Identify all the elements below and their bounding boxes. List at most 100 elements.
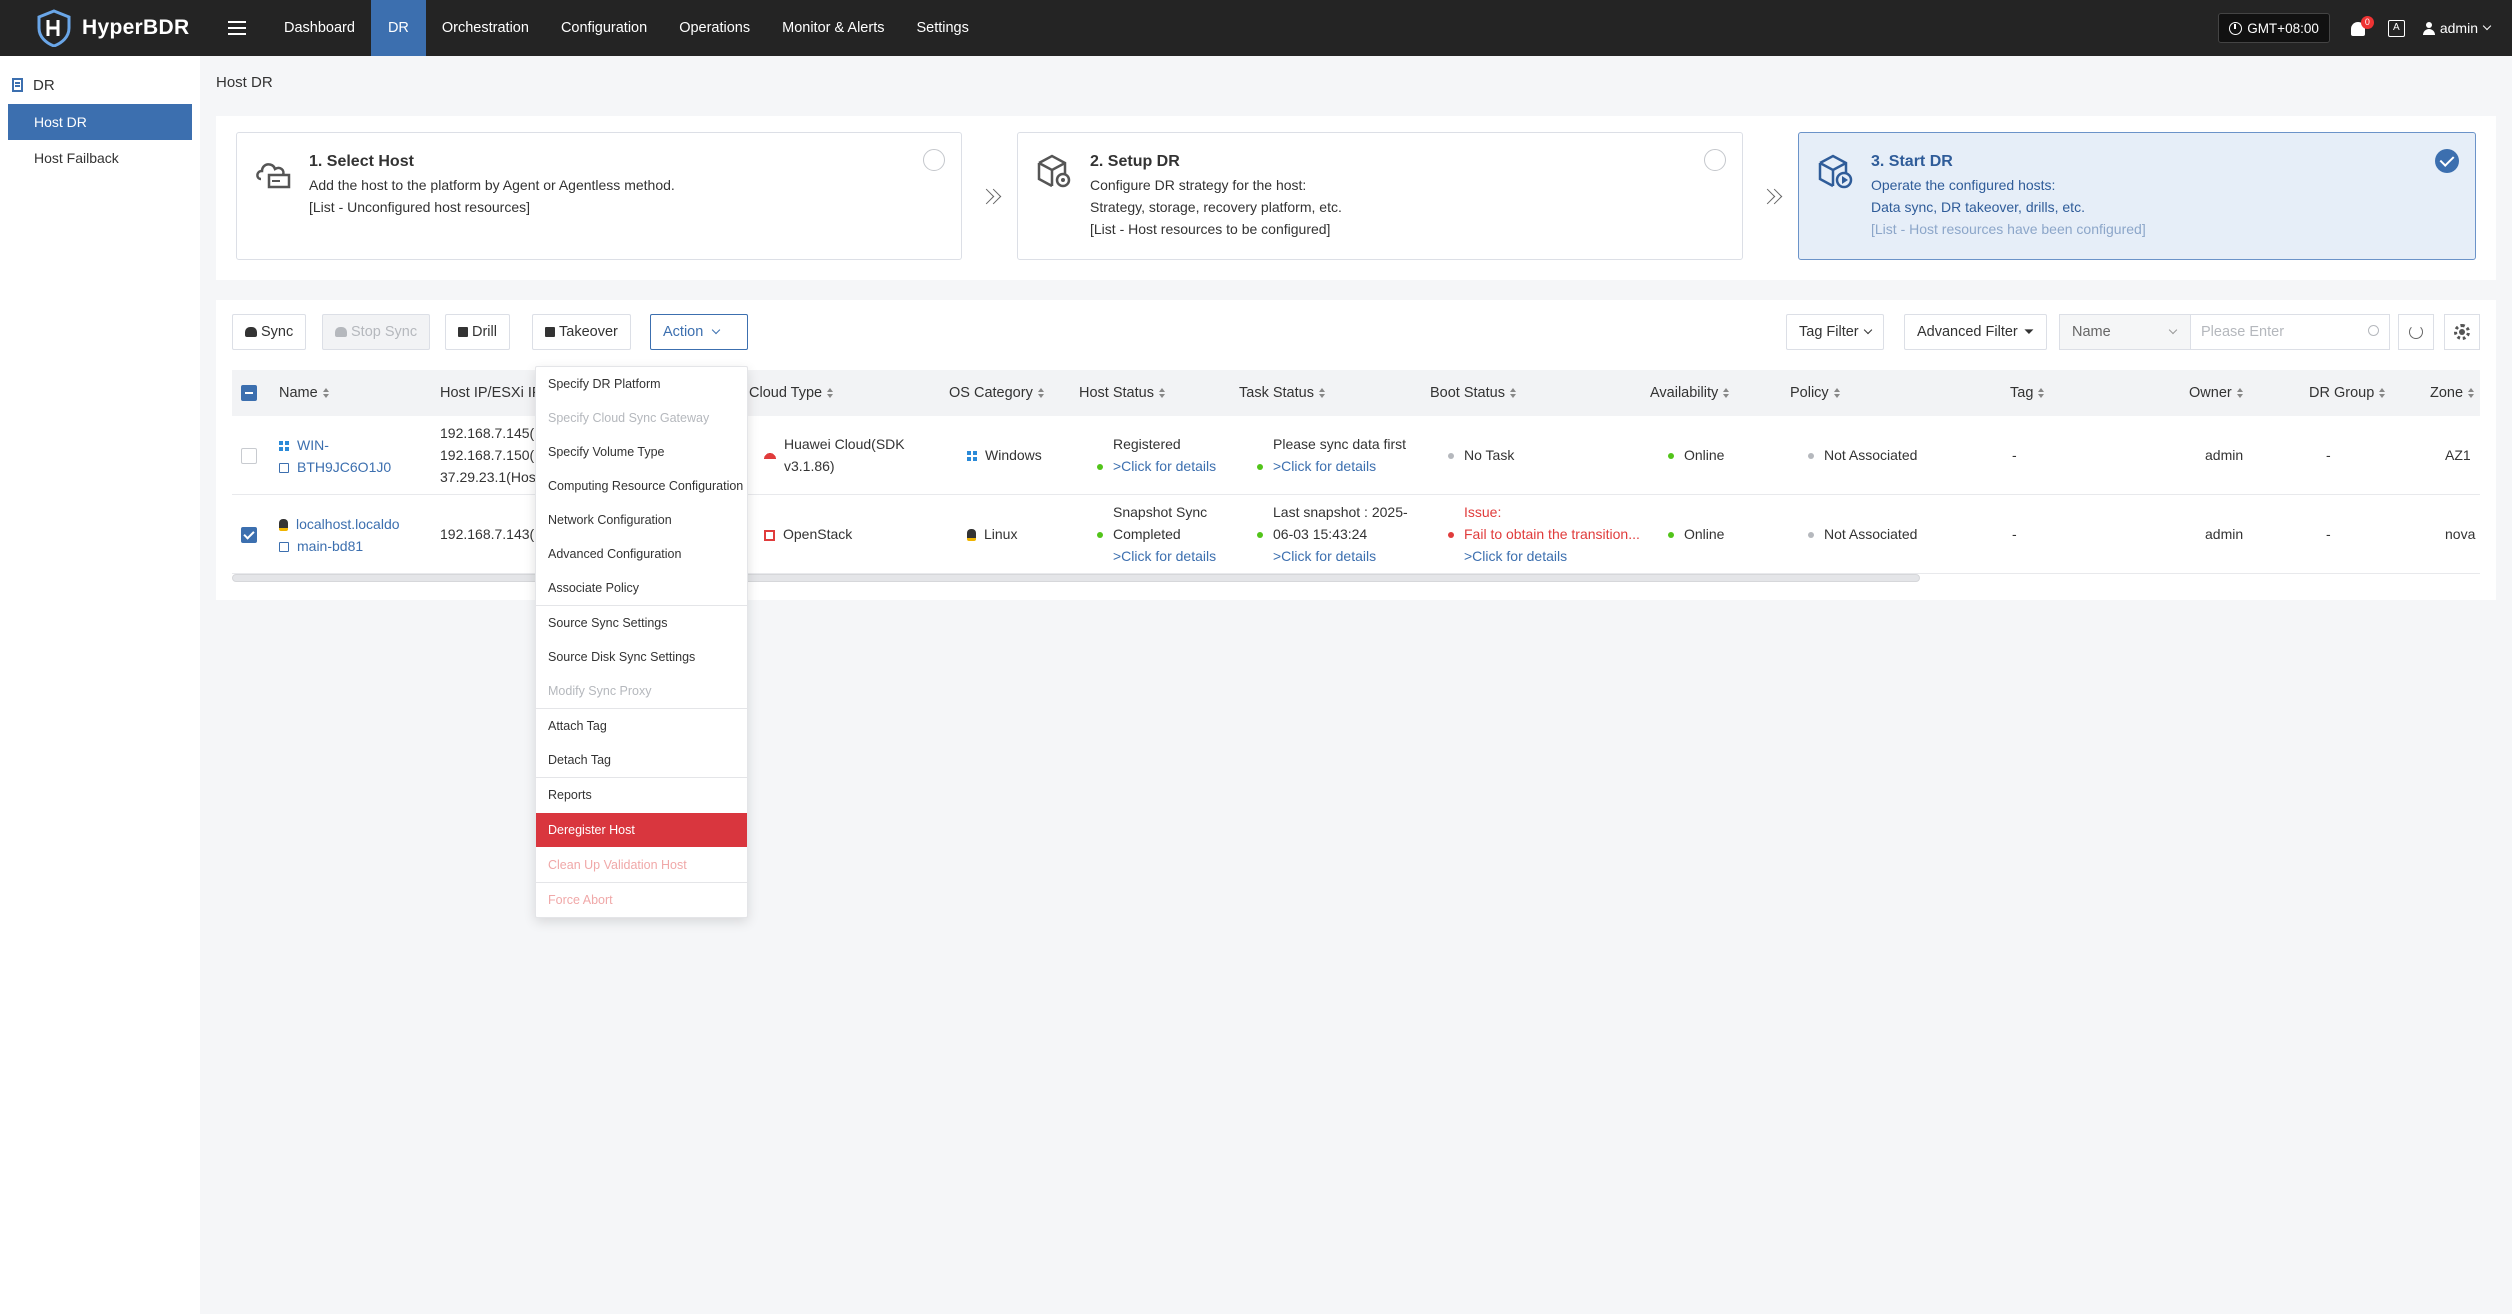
status-dot [1097, 464, 1103, 471]
horizontal-scrollbar[interactable] [232, 574, 1920, 582]
host-ip-cell: 192.168.7.145(H 192.168.7.150(H 37.29.23… [440, 425, 545, 485]
menu-item-specify-dr-platform[interactable]: Specify DR Platform [536, 367, 747, 401]
nav-dr[interactable]: DR [370, 0, 426, 56]
column-header-host-status[interactable]: Host Status [1079, 370, 1165, 416]
menu-item-source-disk-sync-settings[interactable]: Source Disk Sync Settings [536, 640, 747, 674]
search-placeholder: Please Enter [2201, 324, 2285, 340]
column-header-owner[interactable]: Owner [2189, 370, 2243, 416]
column-header-policy[interactable]: Policy [1790, 370, 1840, 416]
refresh-button[interactable] [2398, 314, 2434, 350]
column-header-task-status[interactable]: Task Status [1239, 370, 1325, 416]
nav-orchestration[interactable]: Orchestration [426, 0, 545, 56]
chevron-down-icon [712, 325, 721, 335]
sidebar-item-host-failback[interactable]: Host Failback [8, 140, 192, 176]
nav-monitor-alerts[interactable]: Monitor & Alerts [766, 0, 900, 56]
row-checkbox[interactable] [241, 448, 257, 464]
step-title: 1. Select Host [309, 153, 414, 170]
box-play-icon [1818, 154, 1853, 189]
owner-cell: admin [2205, 447, 2244, 463]
sync-label: Sync [261, 324, 294, 340]
select-all-checkbox[interactable] [241, 385, 257, 401]
search-field-label: Name [2072, 324, 2111, 340]
sort-icon [2379, 388, 2386, 398]
status-dot [1448, 532, 1454, 539]
boot-status-details-link[interactable]: >Click for details [1448, 545, 1640, 567]
column-header-host-ip[interactable]: Host IP/ESXi IP [440, 370, 542, 416]
stop-sync-button[interactable]: Stop Sync [322, 314, 431, 350]
user-menu[interactable]: admin [2422, 20, 2492, 36]
clock-icon [2229, 21, 2243, 35]
bell-icon[interactable]: 0 [2348, 16, 2374, 38]
column-header-availability[interactable]: Availability [1650, 370, 1730, 416]
advanced-filter-button[interactable]: Advanced Filter ⏷ [1904, 314, 2048, 350]
step-radio[interactable] [923, 149, 945, 171]
sort-icon [1833, 388, 1840, 398]
zone-cell: nova [2445, 526, 2476, 542]
step-start-dr[interactable]: 3. Start DR Operate the configured hosts… [1798, 132, 2476, 260]
huawei-cloud-icon [764, 449, 776, 459]
column-header-os-category[interactable]: OS Category [949, 370, 1044, 416]
sort-icon [2468, 388, 2475, 398]
app-logo[interactable]: HyperBDR [0, 0, 205, 56]
column-header-zone[interactable]: Zone [2430, 370, 2475, 416]
tag-filter-label: Tag Filter [1799, 324, 1859, 340]
task-status-details-link[interactable]: >Click for details [1257, 545, 1408, 567]
menu-item-clean-up-validation-host[interactable]: Clean Up Validation Host [536, 848, 747, 882]
double-chevron-right-icon [1762, 186, 1786, 210]
host-status-details-link[interactable]: >Click for details [1113, 458, 1216, 474]
column-header-tag[interactable]: Tag [2010, 370, 2045, 416]
step-radio[interactable] [1704, 149, 1726, 171]
menu-item-specify-cloud-sync-gateway[interactable]: Specify Cloud Sync Gateway [536, 401, 747, 435]
sync-button[interactable]: Sync [232, 314, 307, 350]
takeover-button[interactable]: Takeover [532, 314, 631, 350]
menu-item-specify-volume-type[interactable]: Specify Volume Type [536, 435, 747, 469]
cloud-type-cell: OpenStack [764, 523, 852, 545]
chevron-down-icon [1863, 325, 1872, 335]
nav-operations[interactable]: Operations [663, 0, 766, 56]
search-input[interactable]: Please Enter [2190, 314, 2390, 350]
column-header-name[interactable]: Name [279, 370, 329, 416]
column-header-cloud-type[interactable]: Cloud Type [749, 370, 834, 416]
sort-icon [1723, 388, 1730, 398]
host-name-cell[interactable]: WIN- BTH9JC6O1J0 [279, 434, 391, 478]
menu-item-associate-policy[interactable]: Associate Policy [536, 571, 747, 605]
timezone-indicator[interactable]: GMT+08:00 [2218, 13, 2330, 43]
host-name-cell[interactable]: localhost.localdo main-bd81 [279, 513, 400, 557]
nav-dashboard[interactable]: Dashboard [268, 0, 371, 56]
takeover-icon [545, 327, 555, 337]
step-line: [List - Unconfigured host resources] [309, 199, 530, 215]
menu-item-detach-tag[interactable]: Detach Tag [536, 743, 747, 777]
menu-item-source-sync-settings[interactable]: Source Sync Settings [536, 606, 747, 640]
column-header-dr-group[interactable]: DR Group [2309, 370, 2386, 416]
os-category-cell: Windows [967, 444, 1042, 466]
action-dropdown-button[interactable]: Action [650, 314, 748, 350]
host-status-details-link[interactable]: >Click for details [1097, 545, 1216, 567]
menu-item-modify-sync-proxy[interactable]: Modify Sync Proxy [536, 674, 747, 708]
column-header-boot-status[interactable]: Boot Status [1430, 370, 1516, 416]
menu-item-network-configuration[interactable]: Network Configuration [536, 503, 747, 537]
linux-icon [967, 529, 976, 542]
menu-item-advanced-configuration[interactable]: Advanced Configuration [536, 537, 747, 571]
windows-icon [967, 451, 977, 462]
search-field-select[interactable]: Name [2059, 314, 2191, 350]
settings-button[interactable] [2444, 314, 2480, 350]
menu-item-attach-tag[interactable]: Attach Tag [536, 709, 747, 743]
step-select-host[interactable]: 1. Select Host Add the host to the platf… [236, 132, 962, 260]
nav-configuration[interactable]: Configuration [545, 0, 663, 56]
step-setup-dr[interactable]: 2. Setup DR Configure DR strategy for th… [1017, 132, 1743, 260]
drill-button[interactable]: Drill [445, 314, 510, 350]
menu-item-reports[interactable]: Reports [536, 778, 747, 812]
filter-icon: ⏷ [2023, 324, 2035, 339]
tag-filter-button[interactable]: Tag Filter [1786, 314, 1884, 350]
vm-icon [279, 542, 289, 553]
task-status-details-link[interactable]: >Click for details [1273, 458, 1376, 474]
sidebar-item-host-dr[interactable]: Host DR [8, 104, 192, 140]
menu-item-deregister-host[interactable]: Deregister Host [536, 813, 747, 847]
nav-settings[interactable]: Settings [900, 0, 984, 56]
menu-toggle-icon[interactable] [213, 0, 261, 56]
menu-item-force-abort[interactable]: Force Abort [536, 883, 747, 917]
sidebar: DR Host DR Host Failback [0, 56, 200, 1314]
menu-item-computing-resource-configuration[interactable]: Computing Resource Configuration [536, 469, 747, 503]
row-checkbox[interactable] [241, 527, 257, 543]
language-icon[interactable]: A [2387, 19, 2405, 37]
